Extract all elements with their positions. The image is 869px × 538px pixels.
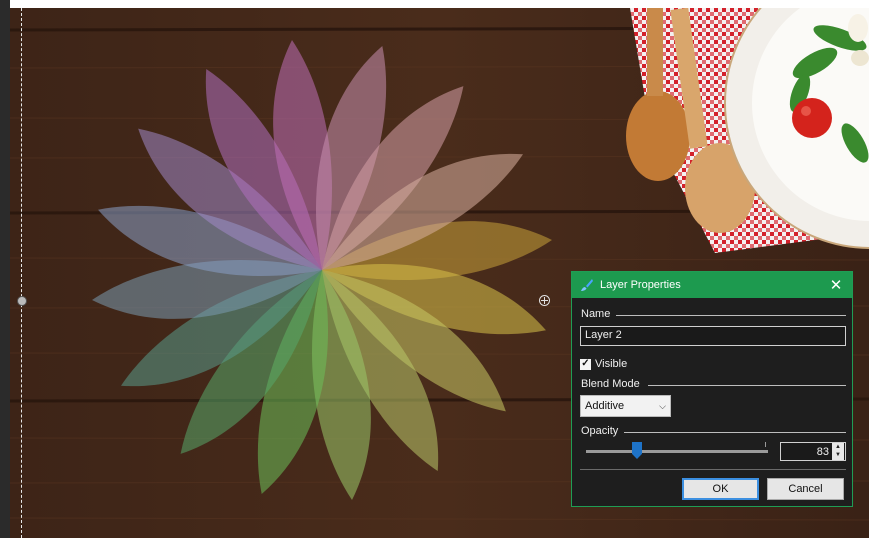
wooden-spoon — [626, 91, 690, 181]
dialog-title: Layer Properties — [600, 279, 681, 291]
selection-marquee — [21, 8, 22, 538]
spin-down-icon[interactable]: ▼ — [832, 451, 844, 459]
tomato — [792, 98, 832, 138]
layer-name-field[interactable]: Layer 2 — [580, 326, 846, 346]
visible-checkbox-row[interactable]: ✓ Visible — [580, 358, 627, 370]
name-label: Name — [581, 308, 611, 320]
divider — [624, 432, 846, 433]
opacity-spinner[interactable]: ▲ ▼ — [832, 443, 844, 460]
layer-properties-dialog: Layer Properties ✕ Name Layer 2 ✓ Visibl… — [571, 271, 853, 507]
crosshair-handle-icon[interactable] — [539, 295, 550, 306]
canvas-left-border — [0, 0, 10, 538]
visible-checkbox[interactable]: ✓ — [580, 358, 591, 370]
dialog-title-bar[interactable]: Layer Properties ✕ — [572, 272, 852, 298]
ok-button[interactable]: OK — [682, 478, 759, 500]
visible-label: Visible — [595, 358, 628, 370]
slider-thumb[interactable] — [632, 442, 642, 459]
divider — [616, 315, 846, 316]
opacity-value: 83 — [816, 445, 829, 458]
checkmark-icon: ✓ — [581, 358, 590, 369]
chevron-down-icon: ⌵ — [659, 400, 666, 411]
divider — [580, 469, 846, 470]
spin-up-icon[interactable]: ▲ — [832, 443, 844, 451]
blend-mode-label: Blend Mode — [581, 378, 640, 390]
opacity-slider[interactable] — [586, 442, 768, 462]
slider-tick — [765, 442, 766, 447]
opacity-label: Opacity — [581, 425, 619, 437]
slider-track — [586, 450, 768, 453]
close-icon[interactable]: ✕ — [826, 275, 846, 295]
cancel-button[interactable]: Cancel — [767, 478, 844, 500]
divider — [648, 385, 846, 386]
blend-mode-select[interactable]: Additive ⌵ — [580, 395, 671, 417]
blend-mode-value: Additive — [585, 400, 625, 412]
paintbrush-icon — [581, 279, 593, 291]
left-resize-handle[interactable] — [17, 296, 27, 306]
